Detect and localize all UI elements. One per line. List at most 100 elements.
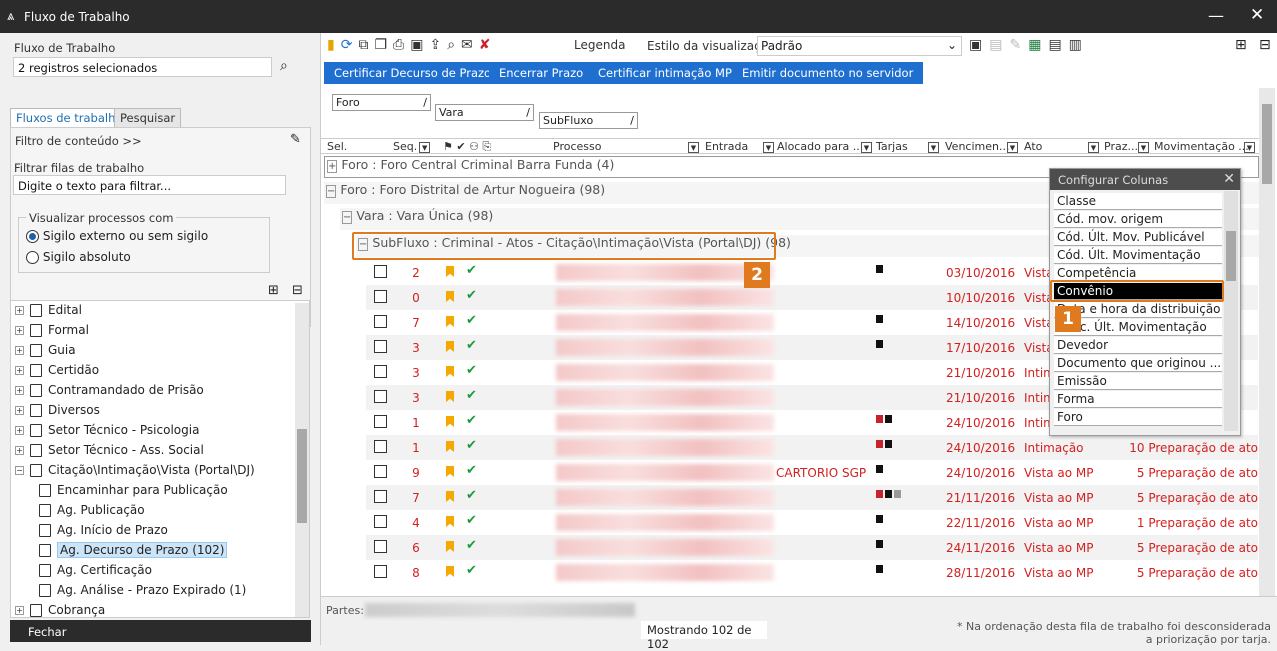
tree-item[interactable]: Ag. Decurso de Prazo (102) — [39, 542, 228, 558]
save-view-icon[interactable]: ▣ — [969, 37, 989, 53]
columns-icon[interactable]: ▥ — [1069, 37, 1089, 53]
column-option[interactable]: Documento que originou ... — [1054, 355, 1222, 372]
tree-item[interactable]: − Citação\Intimação\Vista (Portal\DJ) — [15, 463, 255, 477]
comment-icon[interactable]: ✉ — [461, 37, 479, 53]
popup-scrollbar[interactable] — [1224, 191, 1238, 431]
copy-icon[interactable]: ⧉ — [358, 37, 374, 53]
fechar-button[interactable]: Fechar — [10, 620, 311, 642]
expand-icon[interactable]: + — [15, 406, 24, 415]
tree-scroll-thumb[interactable] — [297, 429, 307, 523]
col-processo-dd[interactable]: ▼ — [686, 140, 699, 153]
col-movimentacao[interactable]: Movimentação ... — [1154, 140, 1249, 153]
refresh-icon[interactable]: ⟳ — [341, 37, 359, 53]
table-row[interactable]: 6 ✔ 24/11/2016 Vista ao MP 5 Preparação de a… — [366, 535, 1258, 560]
tree-item[interactable]: + Diversos — [15, 403, 100, 417]
tree-item[interactable]: Ag. Certificação — [39, 563, 152, 577]
row-checkbox[interactable] — [374, 390, 387, 403]
table-row[interactable]: 9 ✔ CARTORIO SGP 24/10/2016 Vista ao MP 5 Pre… — [366, 460, 1258, 485]
popup-close-icon[interactable]: ✕ — [1223, 171, 1235, 187]
collapse-tree-icon[interactable]: ⊟ — [292, 283, 303, 298]
save-icon[interactable]: ▣ — [410, 37, 429, 53]
document-icon[interactable]: ▤ — [1048, 37, 1068, 53]
table-row[interactable]: 8 ✔ 28/11/2016 Vista ao MP 5 Preparação de a… — [366, 560, 1258, 585]
close-button[interactable]: ✕ — [1250, 5, 1264, 25]
expand-icon[interactable]: + — [15, 446, 24, 455]
col-vencimento-dd[interactable]: ▼ — [1005, 140, 1018, 153]
brush-icon[interactable]: ✎ — [290, 132, 301, 147]
tree-item[interactable]: Ag. Início de Prazo — [39, 523, 168, 537]
tree-item[interactable]: + Cobrança — [15, 603, 105, 617]
export-icon[interactable]: ⇪ — [429, 37, 447, 53]
popup-scroll-thumb[interactable] — [1226, 231, 1236, 281]
expand-icon[interactable]: + — [15, 386, 24, 395]
row-checkbox[interactable] — [374, 265, 387, 278]
expand-icon[interactable]: + — [15, 606, 24, 615]
col-vencimento[interactable]: Vencimen... — [945, 140, 1009, 153]
new-icon[interactable]: ▮ — [327, 37, 341, 53]
col-processo[interactable]: Processo — [553, 140, 601, 153]
group-chip-foro[interactable]: Foro / — [332, 94, 431, 111]
column-option[interactable]: Emissão — [1054, 373, 1222, 390]
col-prazo-dd[interactable]: ▼ — [1136, 140, 1149, 153]
tree-item[interactable]: Ag. Análise - Prazo Expirado (1) — [39, 583, 246, 597]
tree-item[interactable]: + Certidão — [15, 363, 99, 377]
column-option[interactable]: Foro — [1054, 409, 1222, 426]
column-option[interactable]: Devedor — [1054, 337, 1222, 354]
row-checkbox[interactable] — [374, 540, 387, 553]
col-sel[interactable]: Sel. — [327, 140, 347, 153]
col-seq[interactable]: Seq. ▼ — [393, 140, 431, 153]
col-alocado-dd[interactable]: ▼ — [859, 140, 872, 153]
main-scrollbar[interactable] — [1259, 88, 1275, 596]
expand-icon[interactable]: + — [15, 306, 24, 315]
column-option[interactable]: Cód. Últ. Mov. Publicável — [1054, 229, 1222, 246]
estilo-select[interactable]: Padrão ⌄ — [757, 36, 962, 56]
fluxo-input[interactable]: 2 registros selecionados — [13, 57, 272, 77]
table-row[interactable]: 7 ✔ 21/11/2016 Vista ao MP 5 Preparação de a… — [366, 485, 1258, 510]
row-checkbox[interactable] — [374, 290, 387, 303]
table-row[interactable]: 1 ✔ 24/10/2016 Intimação 10 Preparação de at… — [366, 435, 1258, 460]
legenda-button[interactable]: Legenda — [574, 38, 625, 52]
duplicate-icon[interactable]: ❐ — [374, 37, 393, 53]
col-movimentacao-dd[interactable]: ▼ — [1242, 140, 1255, 153]
collapse-icon[interactable]: − — [15, 466, 24, 475]
encerrar-prazo-button[interactable]: Encerrar Prazo — [489, 62, 594, 84]
expand-icon[interactable]: + — [15, 346, 24, 355]
row-checkbox[interactable] — [374, 440, 387, 453]
clear-filter-icon[interactable]: ✘ — [479, 37, 497, 53]
expand-icon[interactable]: + — [15, 366, 24, 375]
row-checkbox[interactable] — [374, 490, 387, 503]
col-tarjas[interactable]: Tarjas — [876, 140, 908, 153]
tree-item[interactable]: + Formal — [15, 323, 89, 337]
print-icon[interactable]: ⎙ — [393, 37, 410, 53]
col-ato[interactable]: Ato — [1024, 140, 1042, 153]
search-icon[interactable]: ⌕ — [280, 58, 288, 74]
tree-item[interactable]: Ag. Publicação — [39, 503, 145, 517]
radio-sigilo-externo[interactable]: Sigilo externo ou sem sigilo — [26, 229, 208, 243]
find-icon[interactable]: ⌕ — [447, 37, 461, 53]
row-checkbox[interactable] — [374, 340, 387, 353]
col-entrada[interactable]: Entrada — [705, 140, 748, 153]
table-row[interactable]: 4 ✔ 22/11/2016 Vista ao MP 1 Preparação de a… — [366, 510, 1258, 535]
main-scroll-thumb[interactable] — [1262, 104, 1272, 184]
tree-item[interactable]: + Guia — [15, 343, 76, 357]
row-checkbox[interactable] — [374, 415, 387, 428]
tree-item[interactable]: + Edital — [15, 303, 82, 317]
filtro-conteudo-link[interactable]: Filtro de conteúdo >> — [15, 134, 142, 148]
col-tarjas-dd[interactable]: ▼ — [926, 140, 939, 153]
col-ato-dd[interactable]: ▼ — [1086, 140, 1099, 153]
minimize-button[interactable]: — — [1208, 6, 1224, 25]
expand-all-icon[interactable]: ⊞ — [1235, 37, 1247, 53]
row-checkbox[interactable] — [374, 465, 387, 478]
row-checkbox[interactable] — [374, 365, 387, 378]
group-chip-vara[interactable]: Vara / — [435, 104, 534, 121]
col-entrada-dd[interactable]: ▼ — [761, 140, 774, 153]
group-chip-subfluxo[interactable]: SubFluxo / — [539, 112, 638, 129]
column-option[interactable]: Classe — [1054, 193, 1222, 210]
tree-item[interactable]: + Setor Técnico - Ass. Social — [15, 443, 204, 457]
edit-view-icon[interactable]: ✎ — [1009, 37, 1028, 53]
tree-item[interactable]: Encaminhar para Publicação — [39, 483, 228, 497]
row-checkbox[interactable] — [374, 315, 387, 328]
filtrar-input[interactable]: Digite o texto para filtrar... — [13, 175, 286, 195]
certificar-decurso-button[interactable]: Certificar Decurso de Prazo — [324, 62, 502, 84]
emitir-documento-button[interactable]: Emitir documento no servidor — [732, 62, 924, 84]
